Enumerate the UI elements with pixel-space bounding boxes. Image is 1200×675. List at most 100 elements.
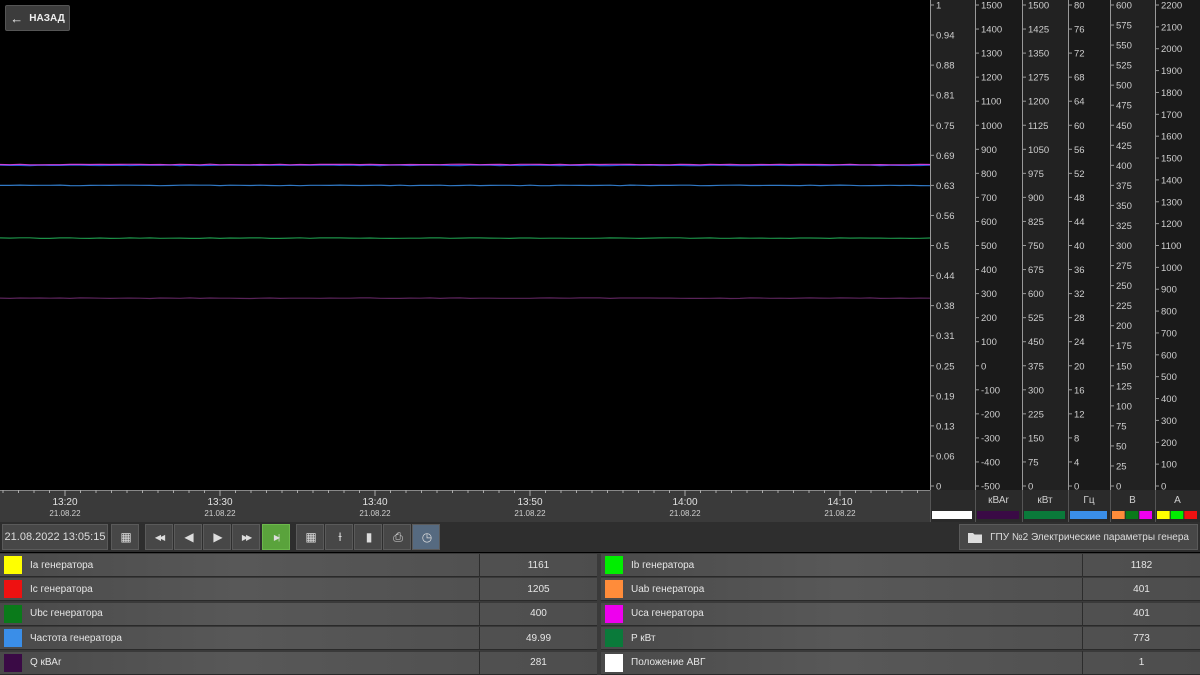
trend-viewer: ← НАЗАД 1 0.94 0.88 0.81 0.75 0.69 0.63 0.56 0.5… xyxy=(0,0,1200,675)
axis-tick-label: 1000 xyxy=(1161,263,1182,274)
axis-tick-label: 0.63 xyxy=(936,181,955,192)
axis-tick-label: 1000 xyxy=(981,121,1002,132)
value-axes-panel: 1 0.94 0.88 0.81 0.75 0.69 0.63 0.56 0.5 0.44 0.38… xyxy=(930,0,1200,493)
skip-end-icon: ▶| xyxy=(273,532,280,542)
legend-signal-value: 401 xyxy=(1082,577,1200,601)
axis-tick-label: 1300 xyxy=(981,49,1002,60)
axis-tick-label: 0.94 xyxy=(936,31,955,42)
axis-tick-label: 1050 xyxy=(1028,145,1049,156)
axis-unit-4: В xyxy=(1110,490,1152,522)
step-back-button[interactable]: ◀ xyxy=(174,524,202,550)
legend-signal-name: Ia генератора xyxy=(30,559,94,571)
legend-color-swatch xyxy=(4,629,22,648)
legend-row[interactable]: Положение АВГ 1 xyxy=(601,651,1200,675)
legend-signal-value: 1205 xyxy=(479,577,597,601)
value-axis-3: 807672686460565248444036322824201612840 xyxy=(1068,0,1110,493)
axis-tick-label: 200 xyxy=(981,313,997,324)
axis-tick-label: 150 xyxy=(1028,433,1044,444)
axis-tick-label: 50 xyxy=(1116,441,1127,452)
ruler-button[interactable]: Ɨ xyxy=(325,524,353,550)
axis-tick-label: 1500 xyxy=(1028,1,1049,12)
axis-tick-label: 1300 xyxy=(1161,197,1182,208)
axis-tick-label: 750 xyxy=(1028,241,1044,252)
axis-tick-label: 16 xyxy=(1074,385,1085,396)
axis-color-swatch xyxy=(1024,511,1065,519)
axis-tick-label: 32 xyxy=(1074,289,1085,300)
axis-tick-label: 800 xyxy=(981,169,997,180)
legend-signal-name: Положение АВГ xyxy=(631,657,706,669)
play-icon: ▶ xyxy=(213,530,222,544)
group-selector[interactable]: ГПУ №2 Электрические параметры генера xyxy=(959,524,1198,550)
axis-tick-label: 500 xyxy=(1161,372,1177,383)
bookmark-button[interactable]: ▮ xyxy=(354,524,382,550)
legend-row[interactable]: Q кВАr 281 xyxy=(0,651,597,675)
legend-color-swatch xyxy=(605,580,623,599)
legend-signal-value: 49.99 xyxy=(479,626,597,650)
legend-row[interactable]: Ib генератора 1182 xyxy=(601,553,1200,577)
legend-row[interactable]: P кВт 773 xyxy=(601,626,1200,651)
axis-tick-label: -500 xyxy=(981,482,1000,491)
legend-row[interactable]: Ia генератора 1161 xyxy=(0,553,597,577)
axis-tick-label: 825 xyxy=(1028,217,1044,228)
axis-unit-label: Гц xyxy=(1083,495,1094,506)
axis-tick-label: 1800 xyxy=(1161,88,1182,99)
axis-tick-label: 0.25 xyxy=(936,361,955,372)
axis-color-swatch xyxy=(977,511,1019,519)
axis-tick-label: 425 xyxy=(1116,141,1132,152)
axis-tick-label: -400 xyxy=(981,457,1000,468)
forward-fast-button[interactable]: ▶▶ xyxy=(232,524,260,550)
back-button[interactable]: ← НАЗАД xyxy=(5,5,70,31)
axis-tick-label: 600 xyxy=(981,217,997,228)
legend-signal-name: P кВт xyxy=(631,632,656,644)
axis-tick-label: 0 xyxy=(1161,482,1166,491)
axis-tick-label: 1425 xyxy=(1028,25,1049,36)
datetime-field[interactable]: 21.08.2022 13:05:15 xyxy=(2,524,108,550)
axis-tick-label: 1200 xyxy=(1161,219,1182,230)
time-tick-label: 13:20 xyxy=(52,497,77,508)
axis-tick-label: 0.81 xyxy=(936,91,955,102)
axis-tick-label: 525 xyxy=(1028,313,1044,324)
axis-unit-label: кВАr xyxy=(988,495,1009,506)
axis-tick-label: 0 xyxy=(936,482,941,491)
legend-row[interactable]: Ubc генератора 400 xyxy=(0,602,597,626)
axis-tick-label: 1100 xyxy=(1161,241,1181,252)
axis-tick-label: 525 xyxy=(1116,61,1132,72)
legend-color-swatch xyxy=(4,604,22,623)
legend-color-swatch xyxy=(605,604,623,623)
legend-row[interactable]: Uab генератора 401 xyxy=(601,577,1200,602)
trend-series-line xyxy=(0,297,931,300)
axis-tick-label: 475 xyxy=(1116,101,1132,112)
value-axes-svg: 1 0.94 0.88 0.81 0.75 0.69 0.63 0.56 0.5 0.44 0.38… xyxy=(930,0,1200,493)
value-axis-2: 1500142513501275120011251050975900825750… xyxy=(1022,0,1068,493)
axis-tick-label: -300 xyxy=(981,433,1000,444)
legend-signal-value: 400 xyxy=(479,602,597,626)
legend-row[interactable]: Ic генератора 1205 xyxy=(0,577,597,602)
axis-tick-label: 1400 xyxy=(1161,175,1182,186)
grid-toggle-button[interactable]: ▦ xyxy=(296,524,324,550)
legend-signal-name: Ubc генератора xyxy=(30,608,103,620)
clock-button[interactable]: ◷ xyxy=(412,524,440,550)
legend-row[interactable]: Uca генератора 401 xyxy=(601,602,1200,626)
play-button[interactable]: ▶ xyxy=(203,524,231,550)
axis-tick-label: 1100 xyxy=(981,97,1001,108)
axis-tick-label: 100 xyxy=(981,337,997,348)
trend-series-line xyxy=(0,163,931,166)
legend-row[interactable]: Частота генератора 49.99 xyxy=(0,626,597,651)
axis-tick-label: 64 xyxy=(1074,97,1085,108)
axis-tick-label: 200 xyxy=(1116,321,1132,332)
calendar-button[interactable]: ▦ xyxy=(111,524,139,550)
axis-tick-label: 250 xyxy=(1116,281,1132,292)
axis-color-swatch xyxy=(1170,511,1184,519)
folder-icon xyxy=(968,532,983,543)
axis-color-swatch xyxy=(1139,511,1152,519)
axis-tick-label: 1400 xyxy=(981,25,1002,36)
axis-tick-label: 975 xyxy=(1028,169,1044,180)
axis-tick-label: 300 xyxy=(1028,385,1044,396)
go-to-end-button[interactable]: ▶| xyxy=(262,524,290,550)
print-button[interactable]: ⎙ xyxy=(383,524,411,550)
time-tick-date: 21.08.22 xyxy=(49,509,81,518)
trend-plot-area[interactable]: ← НАЗАД xyxy=(0,0,931,490)
axis-units-bar: кВАr кВт Гц В А xyxy=(930,490,1200,522)
rewind-fast-button[interactable]: ◀◀ xyxy=(145,524,173,550)
legend-color-swatch xyxy=(605,629,623,648)
